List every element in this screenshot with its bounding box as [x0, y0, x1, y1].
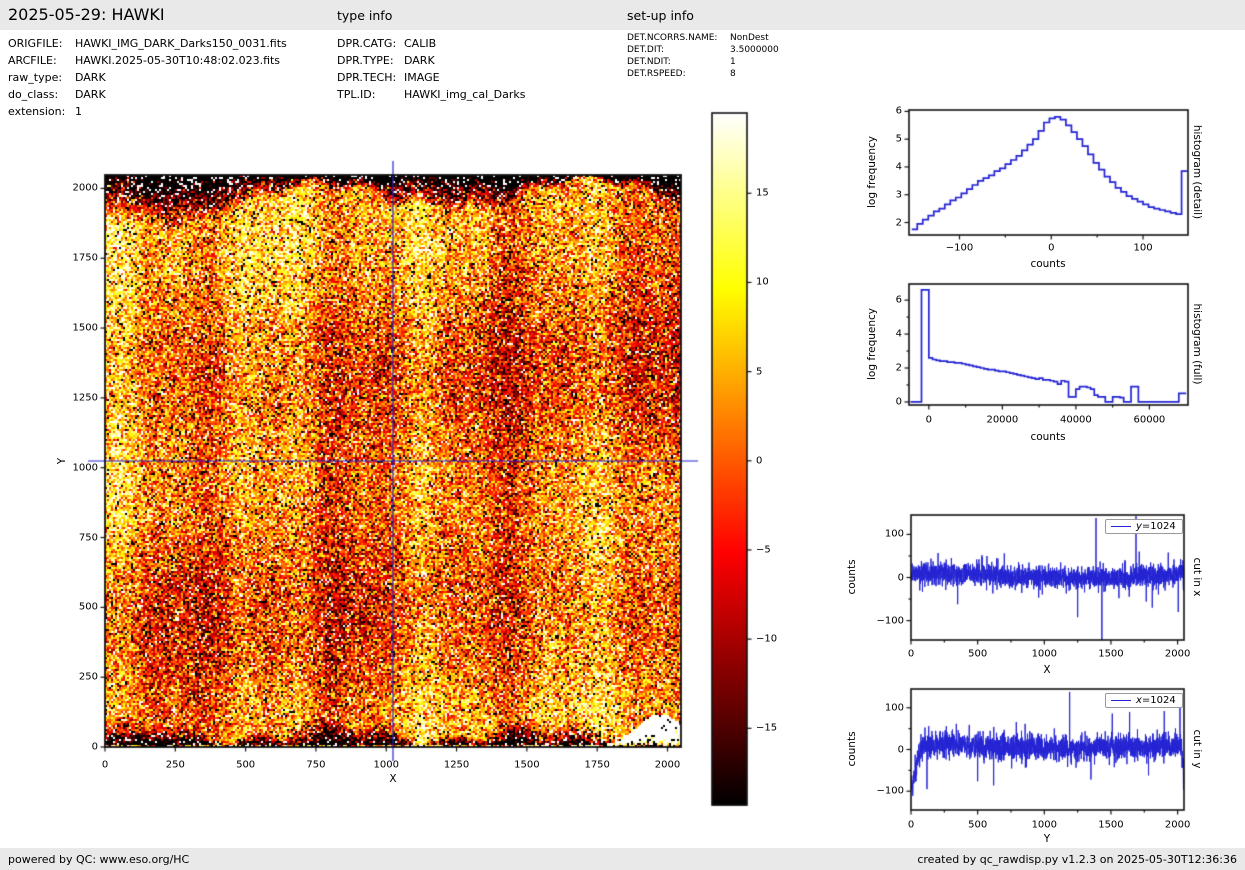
info-row: DET.NDIT: 1 [627, 56, 779, 68]
info-value: 8 [730, 69, 736, 79]
info-label: DPR.TYPE: [337, 54, 394, 67]
section-title-setup-info: set-up info [627, 8, 694, 23]
info-label: DPR.CATG: [337, 37, 397, 50]
info-row: ORIGFILE: HAWKI_IMG_DARK_Darks150_0031.fi… [8, 35, 287, 52]
info-label: DET.NDIT: [627, 57, 671, 67]
page-title: 2025-05-29: HAWKI [8, 5, 165, 24]
info-label: ARCFILE: [8, 54, 57, 67]
info-value: DARK [75, 88, 106, 101]
info-value: 3.5000000 [730, 45, 779, 55]
section-title-type-info: type info [337, 8, 393, 23]
info-label: raw_type: [8, 71, 63, 84]
type-info-block: DPR.CATG: CALIB DPR.TYPE: DARK DPR.TECH: IMAG… [337, 35, 525, 103]
info-value: DARK [404, 54, 435, 67]
info-value: NonDest [730, 33, 769, 43]
info-row: do_class: DARK [8, 86, 287, 103]
info-label: ORIGFILE: [8, 37, 63, 50]
footer-created-by: created by qc_rawdisp.py v1.2.3 on 2025-… [917, 853, 1237, 866]
info-row: DPR.TECH: IMAGE [337, 69, 525, 86]
info-label: TPL.ID: [337, 88, 376, 101]
info-row: raw_type: DARK [8, 69, 287, 86]
info-label: do_class: [8, 88, 59, 101]
info-label: DET.DIT: [627, 45, 665, 55]
info-label: DET.RSPEED: [627, 69, 686, 79]
info-value: HAWKI.2025-05-30T10:48:02.023.fits [75, 54, 281, 67]
info-value: HAWKI_img_cal_Darks [404, 88, 526, 101]
footer-powered-by: powered by QC: www.eso.org/HC [8, 853, 190, 866]
info-row: DET.NCORRS.NAME: NonDest [627, 32, 779, 44]
info-value: HAWKI_IMG_DARK_Darks150_0031.fits [75, 37, 287, 50]
info-value: 1 [75, 105, 82, 118]
info-value: CALIB [404, 37, 437, 50]
info-value: IMAGE [404, 71, 440, 84]
info-row: DET.DIT: 3.5000000 [627, 44, 779, 56]
info-row: ARCFILE: HAWKI.2025-05-30T10:48:02.023.fi… [8, 52, 287, 69]
info-row: DPR.TYPE: DARK [337, 52, 525, 69]
info-row: DET.RSPEED: 8 [627, 68, 779, 80]
info-label: extension: [8, 105, 66, 118]
info-value: 1 [730, 57, 736, 67]
info-value: DARK [75, 71, 106, 84]
info-row: TPL.ID: HAWKI_img_cal_Darks [337, 86, 525, 103]
setup-info-block: DET.NCORRS.NAME: NonDest DET.DIT: 3.5000000… [627, 32, 779, 80]
header-band [0, 0, 1245, 30]
info-label: DPR.TECH: [337, 71, 397, 84]
info-label: DET.NCORRS.NAME: [627, 33, 718, 43]
figure-canvas [0, 0, 1245, 870]
info-row: DPR.CATG: CALIB [337, 35, 525, 52]
info-row: extension: 1 [8, 103, 287, 120]
file-info-block: ORIGFILE: HAWKI_IMG_DARK_Darks150_0031.fi… [8, 35, 287, 120]
